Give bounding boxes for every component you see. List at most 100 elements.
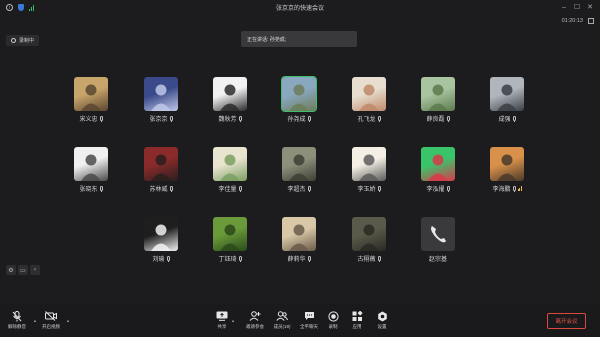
meeting-window: 张京京的快速会议 ! – ☐ ✕ 01:20:13 录制中 正在讲话: 孙尧成;… [0,0,600,337]
participant-tile[interactable]: 张晓东 [63,144,119,200]
avatar-figure-icon [81,154,101,181]
participant-name: 张晓东 [63,184,119,193]
invite-label: 邀请参会 [246,324,264,329]
record-dot-icon [11,38,16,43]
record-icon [327,310,339,322]
mic-icon [166,256,170,262]
speaking-indicator: 正在讲话: 孙尧成; [241,31,357,47]
participant-name: 李佳量 [202,184,258,193]
share-options-icon[interactable]: ▲ [231,318,235,323]
participant-name-text: 李海鹏 [492,187,511,193]
fullscreen-icon[interactable] [588,18,594,24]
invite-button[interactable]: 邀请参会 [240,310,270,330]
avatar-figure-icon [289,84,309,111]
members-icon [276,310,288,322]
participant-tile[interactable]: 苏林威 [133,144,189,200]
avatar-figure-icon [428,84,448,111]
avatar [282,217,316,251]
participant-tile[interactable]: 李泓擢 [410,144,466,200]
leave-meeting-button[interactable]: 离开会议 [547,313,586,329]
mic-icon [377,186,381,192]
participant-name: 魏秋芳 [202,114,258,123]
participant-name-text: 孔飞龙 [357,117,376,123]
participant-tile[interactable]: 赵宗基 [410,214,466,270]
participant-tile[interactable]: 孔飞龙 [341,74,397,130]
avatar [74,147,108,181]
video-options-icon[interactable]: ▲ [66,318,70,323]
shield-icon[interactable] [18,4,24,11]
mic-off-icon [11,310,23,322]
participant-tile[interactable]: 丁钰琦 [202,214,258,270]
participant-name: 古栩薇 [341,254,397,263]
participant-tile[interactable]: 李海鹏 [479,144,535,200]
phone-icon [431,226,446,243]
participant-name-text: 李佳量 [218,187,237,193]
camera-off-icon [45,310,57,322]
avatar-figure-icon [151,154,171,181]
avatar-figure-icon [359,154,379,181]
weak-signal-icon [517,186,522,191]
participant-tile[interactable]: 李超杰 [271,144,327,200]
participant-name-text: 魏秋芳 [218,117,237,123]
participant-tile[interactable]: 李佳量 [202,144,258,200]
maximize-icon[interactable]: ☐ [573,3,581,11]
apps-label: 应用 [352,324,362,329]
info-icon[interactable]: ! [6,4,13,11]
participant-tile[interactable]: 古栩薇 [341,214,397,270]
share-label: 共享 [217,324,227,329]
title-bar: 张京京的快速会议 [0,0,600,14]
participant-tile[interactable]: 魏秋芳 [202,74,258,130]
meeting-title: 张京京的快速会议 [275,5,324,12]
gear-icon [376,310,388,322]
avatar-figure-icon [497,154,517,181]
participant-name-text: 刘瑜 [152,257,165,263]
video-label: 开启视频 [42,324,60,329]
participant-name-text: 宋义忠 [79,117,98,123]
minimize-icon[interactable]: – [560,3,568,11]
window-controls: – ☐ ✕ [560,3,594,11]
participant-name-text: 张晓东 [79,187,98,193]
layout-icon[interactable]: ▭ [18,265,28,275]
speaking-label: 正在讲话: 孙尧成; [247,36,287,43]
collapse-icon[interactable]: ‹ [30,265,40,275]
meeting-timer: 01:20:13 [561,18,583,24]
video-button[interactable]: 开启视频 [36,310,66,330]
members-button[interactable]: 成员(19) [267,310,297,330]
mic-icon [169,186,173,192]
chat-icon [303,310,315,322]
participant-tile[interactable]: 宋义忠 [63,74,119,130]
avatar [490,77,524,111]
mic-icon [307,256,311,262]
participant-tile[interactable]: 薛莉华 [271,214,327,270]
participant-name: 赵宗基 [410,254,466,263]
mic-icon [446,116,450,122]
mic-icon [99,116,103,122]
avatar [282,147,316,181]
participant-name-text: 张京京 [149,117,168,123]
avatar [352,147,386,181]
record-label: 录制 [328,324,338,329]
participant-tile[interactable]: 李玉娇 [341,144,397,200]
participant-name-text: 孙尧成 [287,117,306,123]
avatar-figure-icon [220,224,240,251]
mute-button[interactable]: 解除静音 [2,310,32,330]
participant-name-text: 薛莉华 [287,257,306,263]
participant-tile[interactable]: 孙尧成 [271,74,327,130]
mic-icon [446,186,450,192]
close-icon[interactable]: ✕ [586,3,594,11]
participant-name-text: 李超杰 [287,187,306,193]
participant-tile[interactable]: 薛良磊 [410,74,466,130]
participant-name-text: 丁钰琦 [218,257,237,263]
avatar [281,76,317,112]
participant-tile[interactable]: 张京京 [133,74,189,130]
avatar [144,77,178,111]
participant-tile[interactable]: 成强 [479,74,535,130]
settings-small-icon[interactable]: ⚙ [6,265,16,275]
avatar [352,77,386,111]
participant-name: 刘瑜 [133,254,189,263]
participant-tile[interactable]: 刘瑜 [133,214,189,270]
settings-button[interactable]: 设置 [367,310,397,330]
recording-indicator[interactable]: 录制中 [6,35,40,46]
avatar [352,217,386,251]
avatar-figure-icon [151,84,171,111]
